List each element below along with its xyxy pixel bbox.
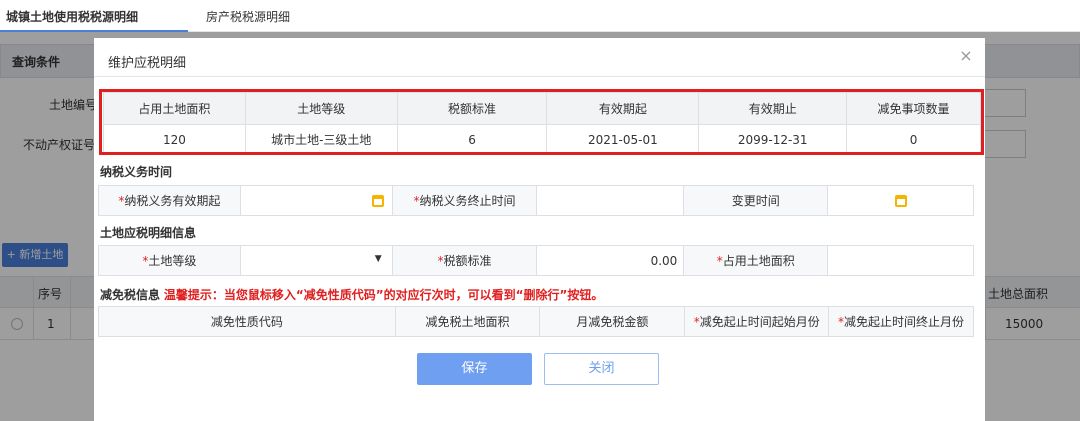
occupied-area-input[interactable] — [827, 245, 974, 276]
tax-rate-input[interactable]: 0.00 — [536, 245, 685, 276]
land-grade-label: *土地等级 — [98, 245, 241, 276]
close-icon[interactable]: × — [958, 48, 974, 64]
land-detail-section-title: 土地应税明细信息 — [100, 226, 197, 240]
tax-start-label: *纳税义务有效期起 — [98, 185, 241, 216]
relief-section-title: 减免税信息 — [100, 288, 161, 302]
tax-start-date-input[interactable] — [239, 185, 393, 216]
relief-section-header: 减免税信息 温馨提示：当您鼠标移入“减免性质代码”的对应行次时，可以看到“删除行… — [100, 286, 603, 303]
tax-period-section-title: 纳税义务时间 — [100, 165, 173, 179]
relief-table: 减免性质代码 减免税土地面积 月减免税金额 *减免起止时间起始月份 *减免起止时… — [98, 306, 974, 337]
tax-end-date-input[interactable] — [536, 185, 685, 216]
relief-col-end-month: *减免起止时间终止月份 — [828, 306, 974, 337]
top-tab-bar: 城镇土地使用税税源明细 房产税税源明细 — [0, 0, 1080, 32]
occupied-area-label: *占用土地面积 — [683, 245, 829, 276]
modal-title: 维护应税明细 — [108, 56, 187, 71]
dropdown-caret-icon: ▼ — [374, 254, 382, 264]
relief-col-start-month: *减免起止时间起始月份 — [684, 306, 830, 337]
highlight-box — [99, 89, 984, 155]
change-time-input[interactable] — [827, 185, 974, 216]
calendar-icon[interactable] — [371, 195, 384, 207]
change-time-label: 变更时间 — [683, 185, 829, 216]
relief-tip: 温馨提示：当您鼠标移入“减免性质代码”的对应行次时，可以看到“删除行”按钮。 — [163, 288, 604, 302]
tax-period-table: *纳税义务有效期起 *纳税义务终止时间 变更时间 — [98, 185, 974, 216]
tax-end-label: *纳税义务终止时间 — [391, 185, 538, 216]
tax-rate-label: *税额标准 — [391, 245, 538, 276]
land-grade-select[interactable]: ▼ — [239, 245, 393, 276]
maintain-taxable-detail-modal: 维护应税明细 × 占用土地面积 土地等级 税额标准 有效期起 有效期止 减免事项… — [94, 38, 985, 421]
close-button[interactable]: 关闭 — [544, 353, 659, 385]
relief-col-code: 减免性质代码 — [98, 306, 396, 337]
relief-col-amount: 月减免税金额 — [539, 306, 686, 337]
calendar-icon[interactable] — [894, 195, 907, 207]
relief-col-area: 减免税土地面积 — [394, 306, 541, 337]
modal-divider — [94, 76, 985, 77]
save-button[interactable]: 保存 — [417, 353, 532, 385]
tab-property-tax[interactable]: 房产税税源明细 — [206, 8, 290, 25]
tab-land-use-tax[interactable]: 城镇土地使用税税源明细 — [6, 8, 138, 25]
land-detail-table: *土地等级 ▼ *税额标准 0.00 *占用土地面积 — [98, 245, 974, 276]
